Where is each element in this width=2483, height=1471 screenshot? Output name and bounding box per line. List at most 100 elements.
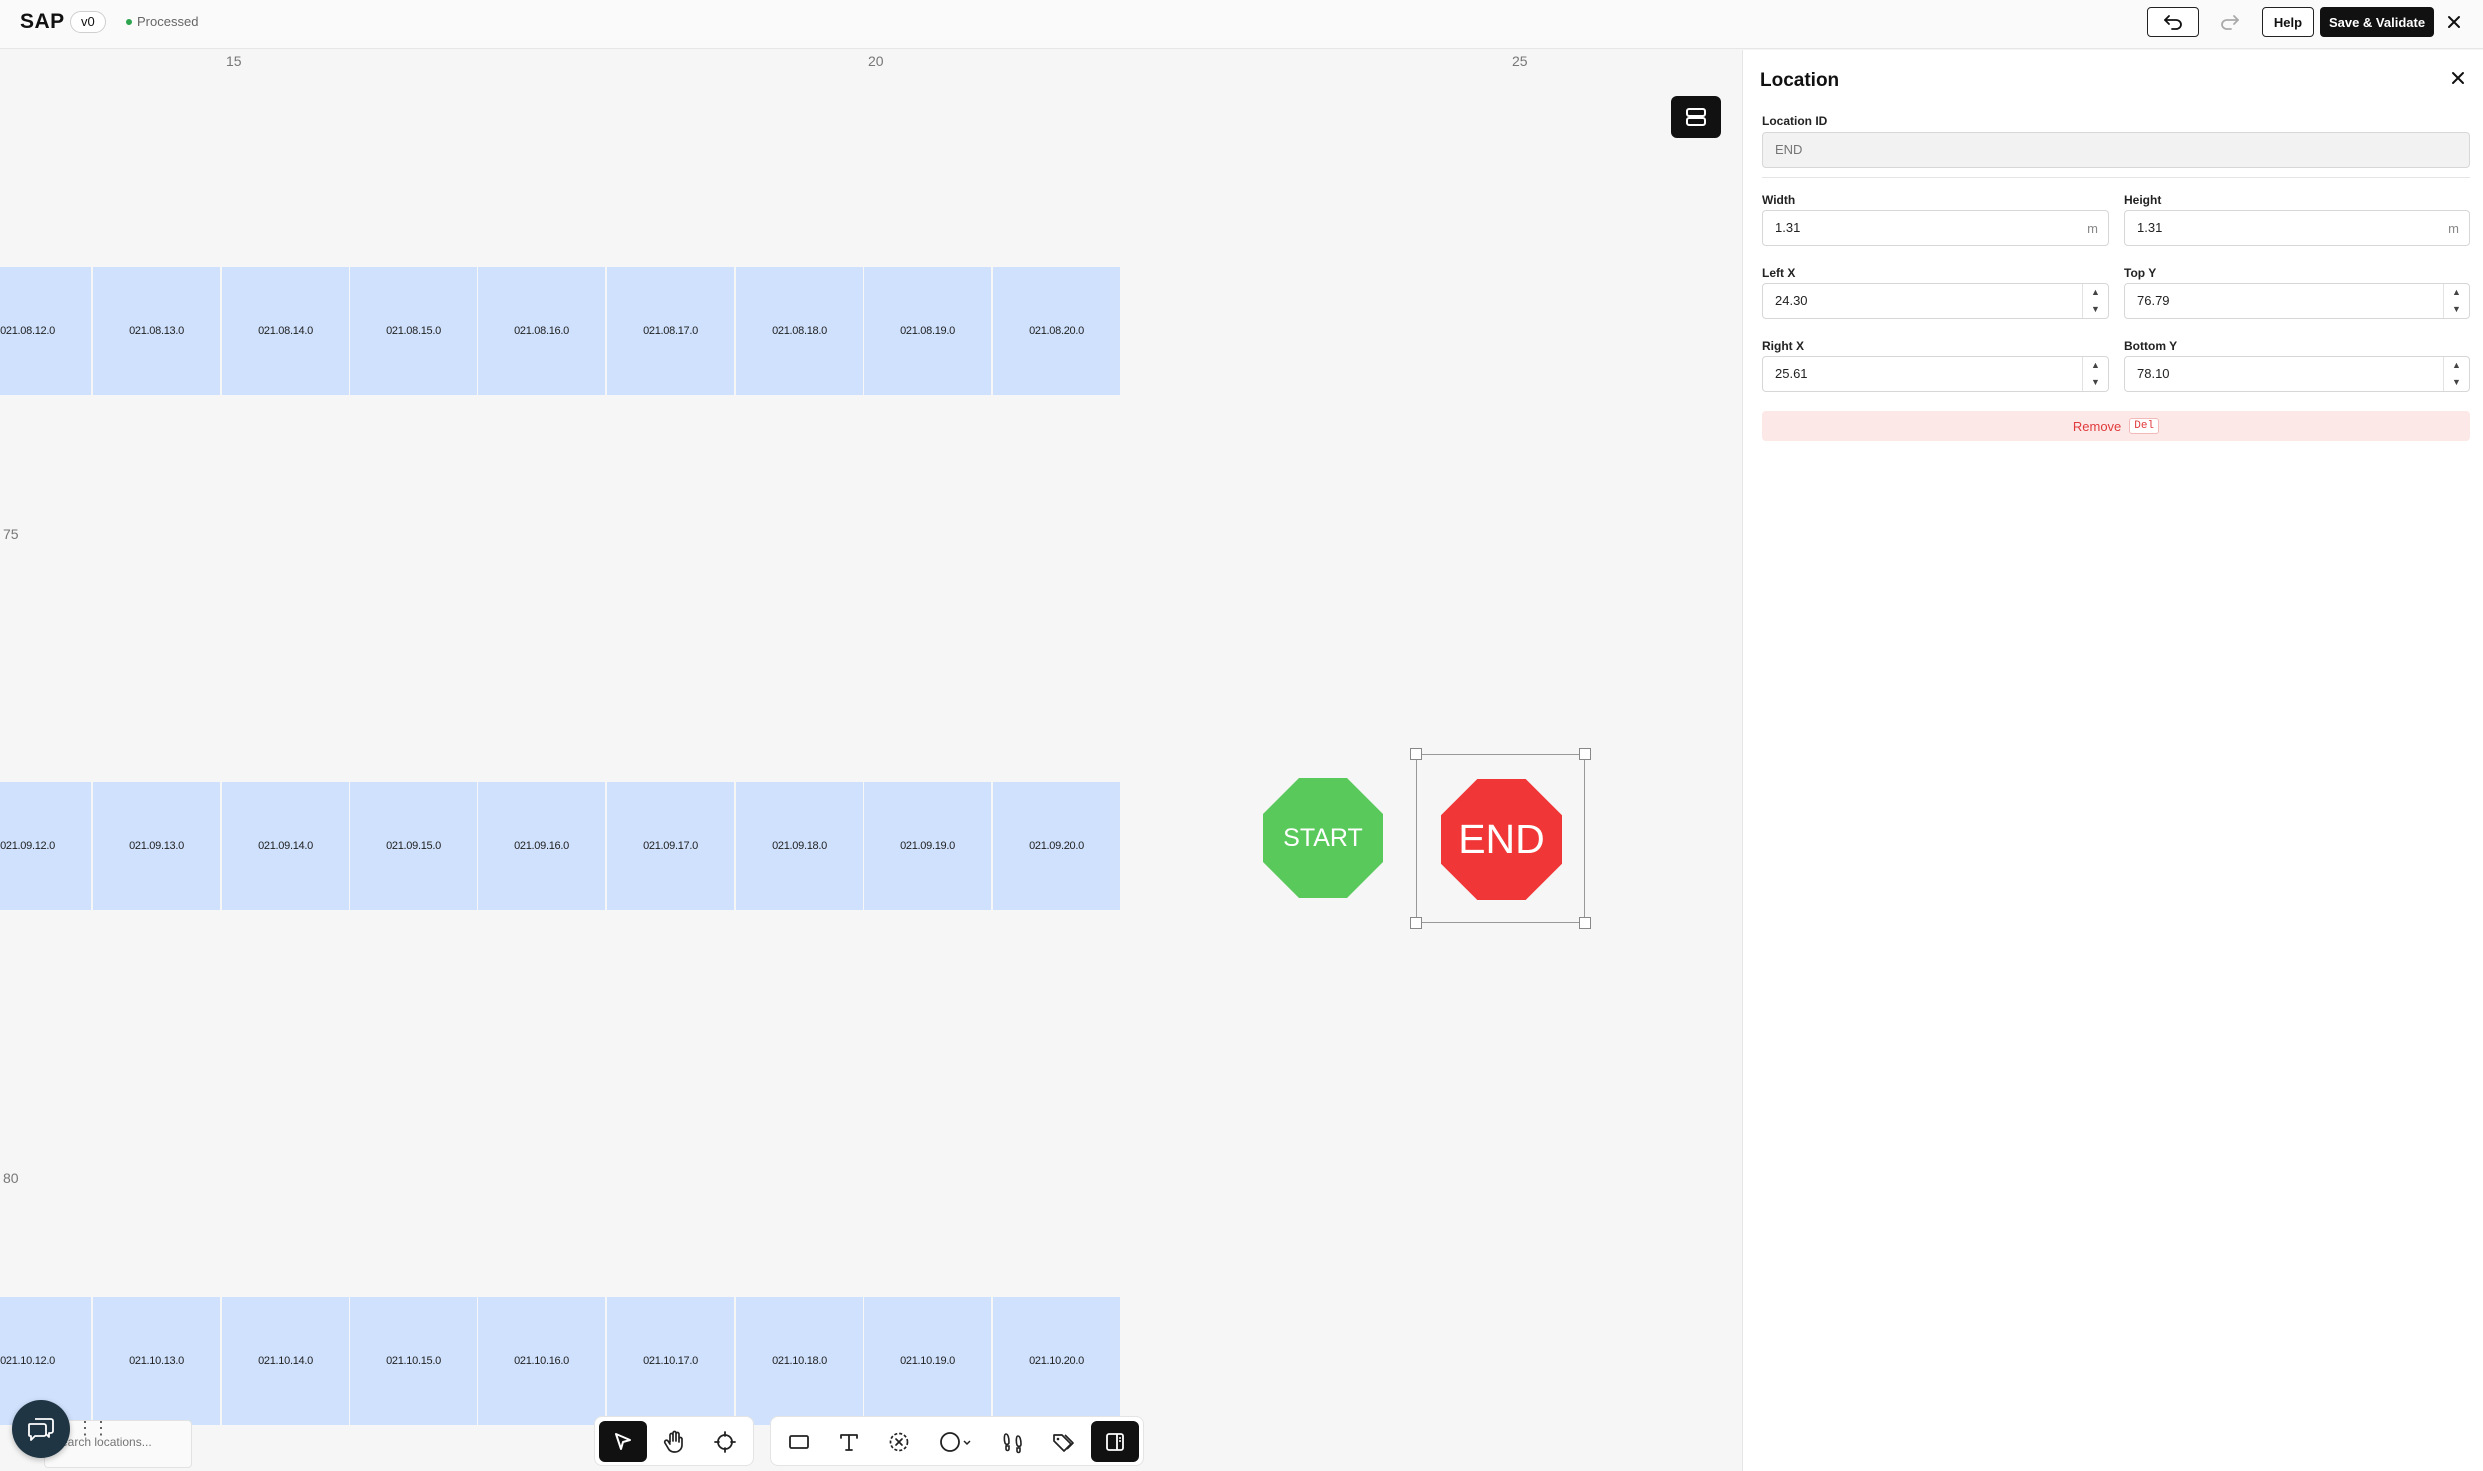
width-field: m: [1762, 210, 2109, 246]
bottom-y-input[interactable]: [2137, 366, 2413, 381]
top-y-input[interactable]: [2137, 293, 2413, 308]
location-cell[interactable]: 021.09.13.0: [93, 782, 220, 910]
location-id-label: Location ID: [1762, 114, 1828, 128]
resize-handle-top-left[interactable]: [1410, 748, 1422, 760]
ruler-x-tick: 25: [1512, 53, 1528, 69]
text-tool-button[interactable]: [825, 1421, 873, 1462]
exclusion-icon: [889, 1432, 909, 1451]
drag-handle-icon[interactable]: ⋮⋮: [76, 1418, 110, 1439]
undo-button[interactable]: [2147, 7, 2199, 37]
close-editor-button[interactable]: [2440, 8, 2468, 36]
location-cell[interactable]: 021.09.15.0: [350, 782, 477, 910]
top-bar: SAP v0 Processed Help Save & Validate: [0, 0, 2483, 49]
right-x-stepper[interactable]: ▲ ▼: [2082, 357, 2108, 391]
height-label: Height: [2124, 193, 2162, 207]
location-cell[interactable]: 021.10.17.0: [607, 1297, 734, 1425]
location-cell[interactable]: 021.09.17.0: [607, 782, 734, 910]
remove-label: Remove: [2072, 418, 2122, 434]
panel-close-button[interactable]: [2451, 68, 2465, 91]
resize-handle-bottom-right[interactable]: [1579, 917, 1591, 929]
rectangle-tool-button[interactable]: [775, 1421, 823, 1462]
pointer-icon: [615, 1432, 631, 1450]
location-cell[interactable]: 021.08.14.0: [222, 267, 349, 395]
location-cell[interactable]: 021.10.15.0: [350, 1297, 477, 1425]
chevron-down-icon[interactable]: ▼: [2083, 374, 2108, 391]
panel-divider: [1762, 177, 2470, 178]
drawing-tools: [770, 1416, 1144, 1466]
chevron-up-icon[interactable]: ▲: [2083, 284, 2108, 301]
right-x-input[interactable]: [1775, 366, 2051, 381]
tag-tool-button[interactable]: [1039, 1421, 1087, 1462]
location-cell[interactable]: 021.09.12.0: [0, 782, 91, 910]
location-cell[interactable]: 021.08.16.0: [478, 267, 605, 395]
location-cell[interactable]: 021.09.16.0: [478, 782, 605, 910]
chevron-down-icon[interactable]: ▼: [2444, 301, 2469, 318]
height-field: m: [2124, 210, 2470, 246]
chat-icon: [28, 1418, 54, 1441]
close-icon: [2448, 16, 2460, 28]
help-button[interactable]: Help: [2262, 7, 2314, 37]
ruler-y-tick: 80: [3, 1170, 19, 1186]
undo-icon: [2164, 15, 2182, 30]
chevron-down-icon[interactable]: ▼: [2444, 374, 2469, 391]
left-x-label: Left X: [1762, 266, 1796, 280]
properties-panel-toggle[interactable]: [1091, 1421, 1139, 1462]
left-x-stepper[interactable]: ▲ ▼: [2082, 284, 2108, 318]
chevron-down-icon[interactable]: ▼: [2083, 301, 2108, 318]
chevron-up-icon[interactable]: ▲: [2444, 284, 2469, 301]
location-cell[interactable]: 021.10.14.0: [222, 1297, 349, 1425]
location-properties-panel: Location Location ID Width m Height m Le…: [1742, 50, 2483, 1471]
height-input[interactable]: [2137, 220, 2413, 235]
location-cell[interactable]: 021.10.13.0: [93, 1297, 220, 1425]
selection-box[interactable]: [1410, 748, 1591, 929]
layers-icon: [1686, 108, 1706, 126]
target-tool-button[interactable]: [701, 1421, 749, 1462]
redo-button[interactable]: [2210, 7, 2250, 37]
location-cell[interactable]: 021.08.20.0: [993, 267, 1120, 395]
chevron-down-icon: [963, 1439, 971, 1445]
remove-location-button[interactable]: Remove Del: [1762, 411, 2470, 441]
bottom-y-stepper[interactable]: ▲ ▼: [2443, 357, 2469, 391]
location-cell[interactable]: 021.09.20.0: [993, 782, 1120, 910]
height-unit: m: [2448, 221, 2459, 236]
select-tool-button[interactable]: [599, 1421, 647, 1462]
location-cell[interactable]: 021.08.15.0: [350, 267, 477, 395]
pan-tool-button[interactable]: [650, 1421, 698, 1462]
footsteps-tool-button[interactable]: [989, 1421, 1037, 1462]
location-cell[interactable]: 021.09.19.0: [864, 782, 991, 910]
shape-tool-dropdown[interactable]: [925, 1421, 985, 1462]
location-cell[interactable]: 021.09.14.0: [222, 782, 349, 910]
location-cell[interactable]: 021.10.18.0: [736, 1297, 863, 1425]
location-cell[interactable]: 021.10.16.0: [478, 1297, 605, 1425]
resize-handle-bottom-left[interactable]: [1410, 917, 1422, 929]
version-badge[interactable]: v0: [70, 11, 106, 33]
right-x-field: ▲▼: [1762, 356, 2109, 392]
layers-toggle-button[interactable]: [1671, 96, 1721, 138]
resize-handle-top-right[interactable]: [1579, 748, 1591, 760]
start-marker[interactable]: START: [1263, 778, 1383, 898]
location-cell[interactable]: 021.08.13.0: [93, 267, 220, 395]
width-input[interactable]: [1775, 220, 2051, 235]
status-text: Processed: [137, 14, 199, 29]
chat-button[interactable]: [12, 1400, 70, 1458]
chevron-up-icon[interactable]: ▲: [2444, 357, 2469, 374]
delete-shortcut-badge: Del: [2129, 418, 2160, 434]
search-input[interactable]: [53, 1435, 183, 1449]
crosshair-icon: [714, 1430, 736, 1453]
location-cell[interactable]: 021.08.18.0: [736, 267, 863, 395]
save-validate-button[interactable]: Save & Validate: [2320, 7, 2434, 37]
exclusion-zone-tool-button[interactable]: [875, 1421, 923, 1462]
location-cell[interactable]: 021.08.17.0: [607, 267, 734, 395]
location-cell[interactable]: 021.09.18.0: [736, 782, 863, 910]
location-cell[interactable]: 021.08.12.0: [0, 267, 91, 395]
left-x-input[interactable]: [1775, 293, 2051, 308]
map-canvas[interactable]: 15 20 25 75 80 021.08.12.0 021.08.13.0 0…: [0, 50, 1742, 1471]
chevron-up-icon[interactable]: ▲: [2083, 357, 2108, 374]
bottom-y-field: ▲▼: [2124, 356, 2470, 392]
location-cell[interactable]: 021.10.20.0: [993, 1297, 1120, 1425]
panel-title: Location: [1760, 70, 1840, 91]
location-cell[interactable]: 021.10.19.0: [864, 1297, 991, 1425]
navigation-tools: [594, 1416, 754, 1466]
top-y-stepper[interactable]: ▲ ▼: [2443, 284, 2469, 318]
location-cell[interactable]: 021.08.19.0: [864, 267, 991, 395]
